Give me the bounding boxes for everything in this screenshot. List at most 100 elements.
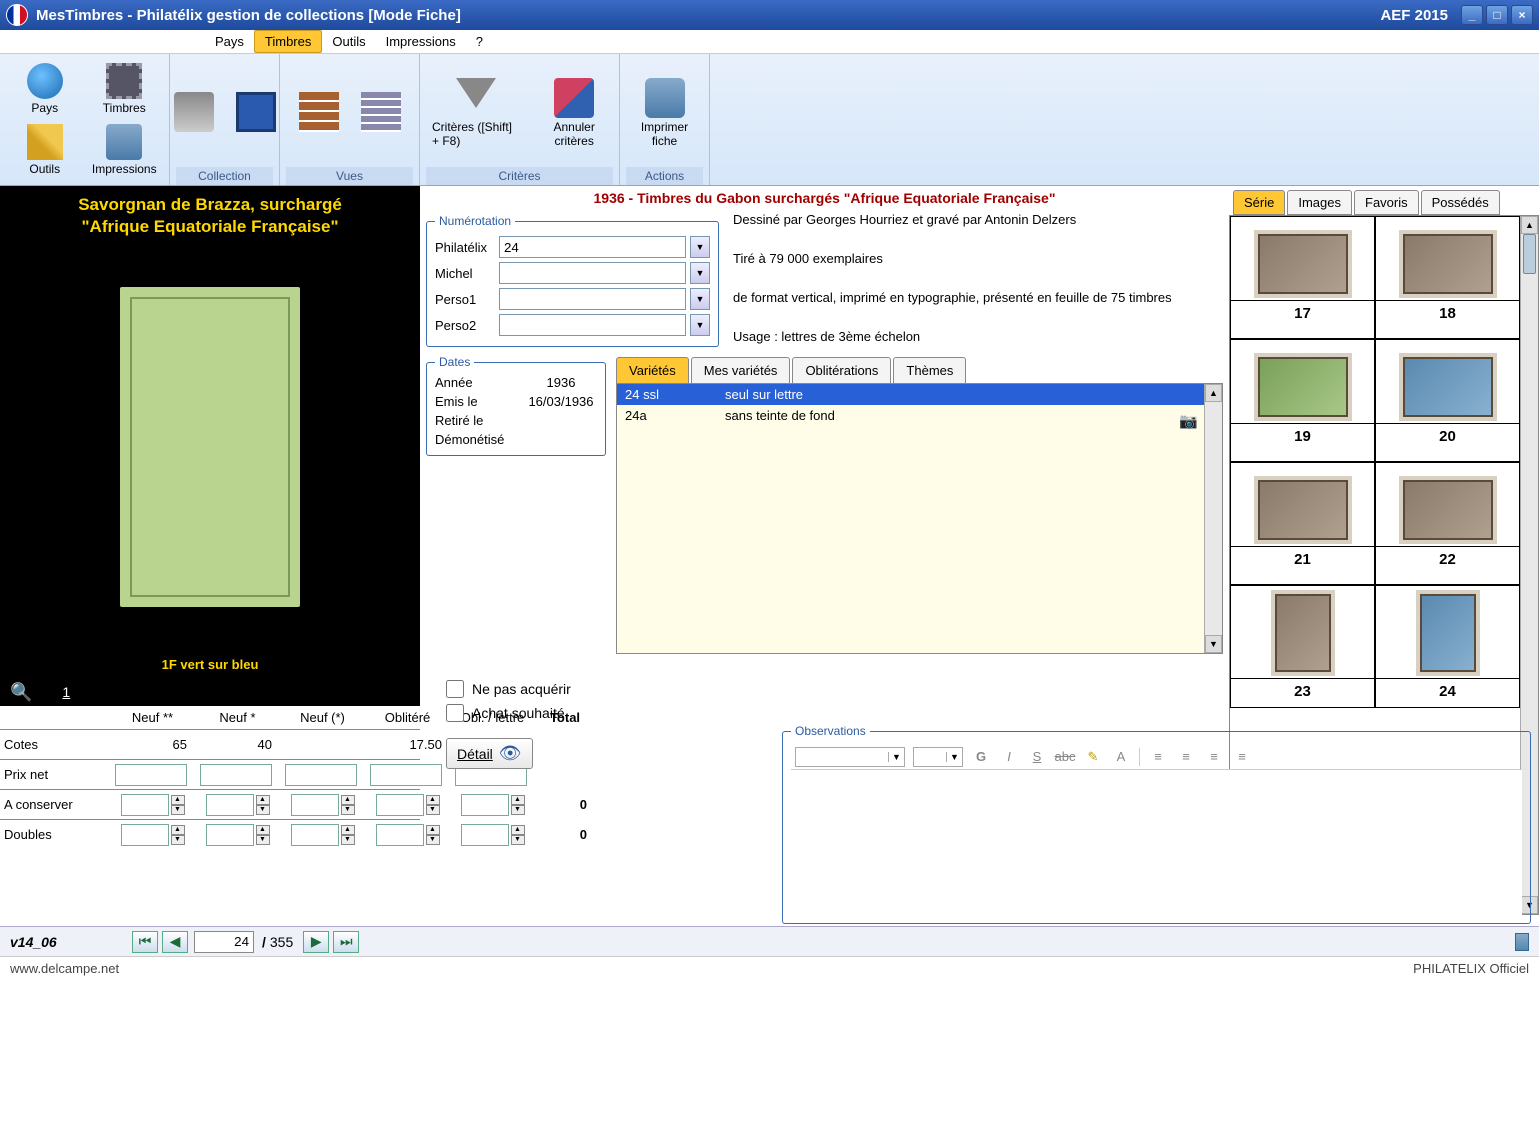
criteres-button[interactable]: Critères ([Shift] + F8) [426, 76, 525, 150]
num-input-perso1[interactable] [499, 288, 686, 310]
rtab-images[interactable]: Images [1287, 190, 1352, 215]
menu-help[interactable]: ? [466, 31, 493, 52]
spinner[interactable]: ▲▼ [341, 795, 355, 815]
rtab-favoris[interactable]: Favoris [1354, 190, 1419, 215]
nav-next-button[interactable]: ▶ [303, 931, 329, 953]
dropdown-icon[interactable]: ▼ [690, 288, 710, 310]
spinner[interactable]: ▲▼ [171, 825, 185, 845]
print-icon [645, 78, 685, 118]
stamp-icon [106, 63, 142, 99]
collection-save-button[interactable] [230, 90, 282, 136]
menu-pays[interactable]: Pays [205, 31, 254, 52]
align-justify-button[interactable]: ≡ [1232, 747, 1252, 767]
variety-row[interactable]: 24a sans teinte de fond [617, 405, 1222, 426]
thumb-cell[interactable]: 23 [1230, 585, 1375, 708]
ribbon-outils-button[interactable]: Outils [6, 121, 84, 180]
thumb-number: 17 [1231, 300, 1374, 322]
thumb-cell[interactable]: 24 [1375, 585, 1520, 708]
vue-grid-button[interactable] [293, 90, 345, 136]
aconserver-input-1[interactable] [206, 794, 254, 816]
italic-button[interactable]: I [999, 747, 1019, 767]
scroll-thumb[interactable] [1523, 234, 1536, 274]
variety-text: sans teinte de fond [725, 408, 835, 423]
num-input-perso2[interactable] [499, 314, 686, 336]
nav-last-button[interactable]: ⏭ [333, 931, 359, 953]
menu-impressions[interactable]: Impressions [376, 31, 466, 52]
prixnet-input-0[interactable] [115, 764, 187, 786]
dropdown-icon[interactable]: ▼ [690, 314, 710, 336]
exit-icon[interactable] [1515, 933, 1529, 951]
annuler-criteres-button[interactable]: Annuler critères [535, 76, 613, 150]
stamp-image [120, 287, 300, 607]
minimize-button[interactable]: _ [1461, 5, 1483, 25]
thumb-cell[interactable]: 20 [1375, 339, 1520, 462]
stamp-image-area[interactable] [120, 242, 300, 651]
doubles-input-1[interactable] [206, 824, 254, 846]
font-color-button[interactable]: A [1111, 747, 1131, 767]
imprimer-fiche-button[interactable]: Imprimer fiche [626, 76, 703, 150]
varieties-listbox[interactable]: 24 ssl seul sur lettre 24a sans teinte d… [616, 384, 1223, 654]
thumb-cell[interactable]: 19 [1230, 339, 1375, 462]
num-input-philatelix[interactable] [499, 236, 686, 258]
maximize-button[interactable]: □ [1486, 5, 1508, 25]
ribbon-timbres-button[interactable]: Timbres [86, 60, 164, 119]
ribbon-impressions-button[interactable]: Impressions [86, 121, 164, 180]
collection-open-button[interactable] [168, 90, 220, 136]
menu-outils[interactable]: Outils [322, 31, 375, 52]
aconserver-input-0[interactable] [121, 794, 169, 816]
dropdown-icon[interactable]: ▼ [690, 262, 710, 284]
doubles-input-3[interactable] [376, 824, 424, 846]
nav-current-input[interactable] [194, 931, 254, 953]
spinner[interactable]: ▲▼ [171, 795, 185, 815]
aconserver-input-2[interactable] [291, 794, 339, 816]
detail-button[interactable]: Détail 👁 [446, 738, 533, 769]
doubles-input-2[interactable] [291, 824, 339, 846]
achat-souhaite-checkbox[interactable] [446, 704, 464, 722]
spinner[interactable]: ▲▼ [256, 795, 270, 815]
align-right-button[interactable]: ≡ [1204, 747, 1224, 767]
nav-first-button[interactable]: ⏮ [132, 931, 158, 953]
font-size-combo[interactable]: ▼ [913, 747, 963, 767]
scroll-up-icon[interactable]: ▲ [1521, 216, 1538, 234]
spinner[interactable]: ▲▼ [341, 825, 355, 845]
varieties-scrollbar[interactable]: ▲ ▼ [1204, 384, 1222, 653]
underline-button[interactable]: S [1027, 747, 1047, 767]
scroll-down-icon[interactable]: ▼ [1205, 635, 1222, 653]
aconserver-input-3[interactable] [376, 794, 424, 816]
dropdown-icon[interactable]: ▼ [690, 236, 710, 258]
bold-button[interactable]: G [971, 747, 991, 767]
subtab-obliterations[interactable]: Oblitérations [792, 357, 891, 383]
variety-row[interactable]: 24 ssl seul sur lettre [617, 384, 1222, 405]
prixnet-input-1[interactable] [200, 764, 272, 786]
subtab-themes[interactable]: Thèmes [893, 357, 966, 383]
rtab-possedes[interactable]: Possédés [1421, 190, 1500, 215]
thumb-number: 21 [1231, 546, 1374, 568]
thumb-cell[interactable]: 22 [1375, 462, 1520, 585]
align-center-button[interactable]: ≡ [1176, 747, 1196, 767]
font-family-combo[interactable]: ▼ [795, 747, 905, 767]
nav-prev-button[interactable]: ◀ [162, 931, 188, 953]
vue-list-button[interactable] [355, 90, 407, 136]
ne-pas-acquerir-checkbox[interactable] [446, 680, 464, 698]
rtab-serie[interactable]: Série [1233, 190, 1285, 215]
subtab-mes-varietes[interactable]: Mes variétés [691, 357, 791, 383]
prixnet-input-2[interactable] [285, 764, 357, 786]
ribbon-pays-button[interactable]: Pays [6, 60, 84, 119]
menu-timbres[interactable]: Timbres [254, 30, 322, 53]
subtab-varietes[interactable]: Variétés [616, 357, 689, 383]
camera-icon[interactable]: 📷 [1179, 412, 1198, 430]
thumb-cell[interactable]: 17 [1230, 216, 1375, 339]
observations-textarea[interactable] [791, 770, 1522, 920]
spinner[interactable]: ▲▼ [256, 825, 270, 845]
highlight-button[interactable]: ✎ [1083, 747, 1103, 767]
close-button[interactable]: × [1511, 5, 1533, 25]
thumb-cell[interactable]: 21 [1230, 462, 1375, 585]
magnify-icon[interactable]: 🔍 [10, 682, 32, 703]
thumb-cell[interactable]: 18 [1375, 216, 1520, 339]
num-input-michel[interactable] [499, 262, 686, 284]
strike-button[interactable]: abc [1055, 747, 1075, 767]
variety-text: seul sur lettre [725, 387, 803, 402]
align-left-button[interactable]: ≡ [1148, 747, 1168, 767]
scroll-up-icon[interactable]: ▲ [1205, 384, 1222, 402]
doubles-input-0[interactable] [121, 824, 169, 846]
